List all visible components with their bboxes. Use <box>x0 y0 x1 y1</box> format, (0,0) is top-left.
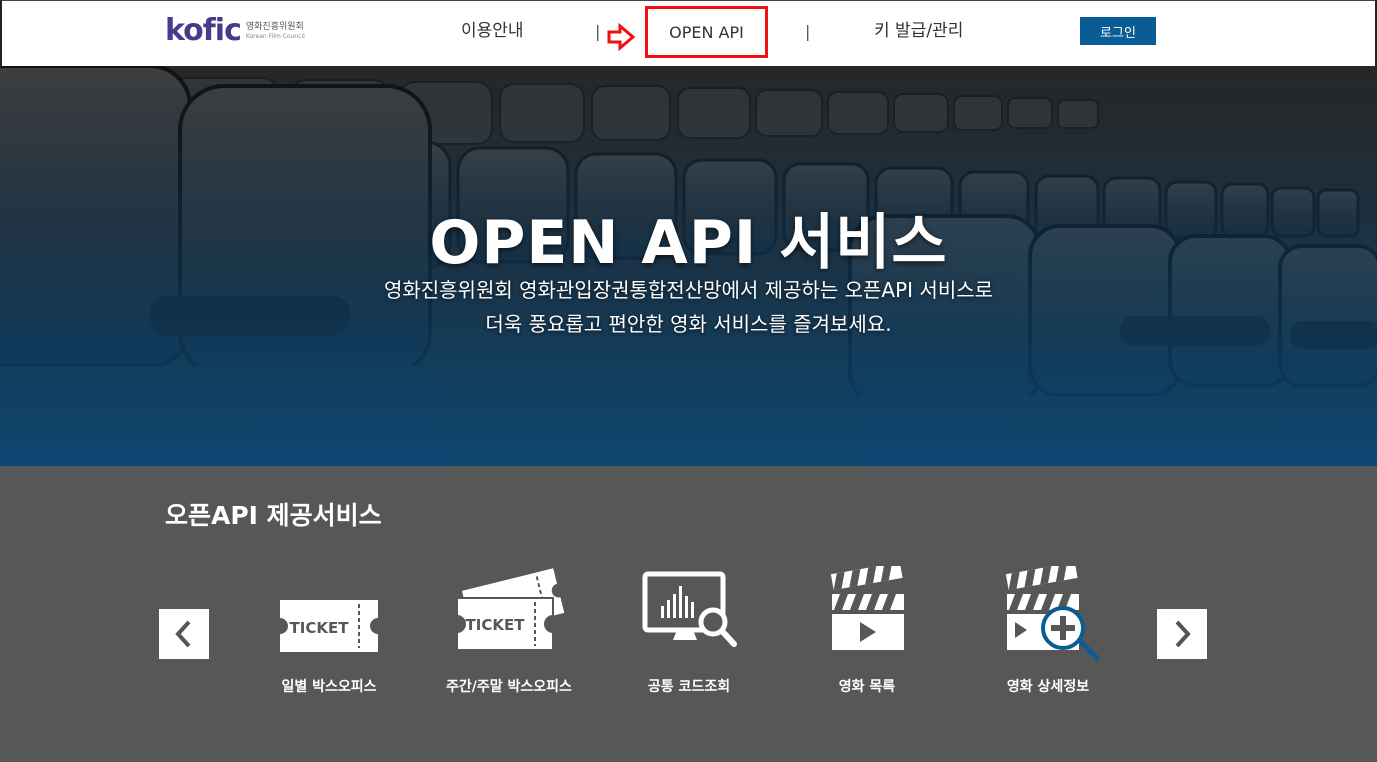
nav-open-api[interactable]: OPEN API <box>645 6 768 58</box>
ticket-text: TICKET <box>466 616 526 634</box>
nav-key-management[interactable]: 키 발급/관리 <box>874 19 963 43</box>
tickets-icon: TICKET <box>456 568 565 651</box>
service-label: 영화 상세정보 <box>1006 679 1090 695</box>
carousel-prev-button[interactable] <box>159 609 209 659</box>
service-common-code[interactable]: 공통 코드조회 <box>604 566 774 695</box>
nav-usage-guide[interactable]: 이용안내 <box>461 19 524 43</box>
top-header: kofic 영화진흥위원회 Korean Film Council 이용안내 |… <box>0 0 1377 66</box>
clapperboard-zoom-icon <box>1005 566 1100 661</box>
nav-separator: | <box>595 22 601 41</box>
service-label: 영화 목록 <box>838 679 896 695</box>
hero-subtitle-line2: 더욱 풍요롭고 편안한 영화 서비스를 즐겨보세요. <box>485 312 892 336</box>
hero-title: OPEN API 서비스 <box>429 208 948 278</box>
hero-banner: OPEN API 서비스 영화진흥위원회 영화관입장권통합전산망에서 제공하는 … <box>0 66 1377 466</box>
service-label: 공통 코드조회 <box>647 679 731 695</box>
service-daily-box-office[interactable]: TICKET 일별 박스오피스 <box>244 566 414 695</box>
ticket-text: TICKET <box>290 619 350 637</box>
kofic-logo[interactable]: kofic 영화진흥위원회 Korean Film Council <box>165 15 305 47</box>
chevron-right-icon <box>1175 620 1191 648</box>
section-title: 오픈API 제공서비스 <box>165 501 382 530</box>
clapperboard-icon <box>830 566 904 650</box>
monitor-search-icon <box>642 571 737 647</box>
service-label: 일별 박스오피스 <box>281 679 377 695</box>
service-movie-list[interactable]: 영화 목록 <box>782 566 952 695</box>
service-movie-detail[interactable]: 영화 상세정보 <box>963 566 1133 695</box>
nav-separator: | <box>805 22 811 41</box>
carousel-next-button[interactable] <box>1157 609 1207 659</box>
logo-english-name: Korean Film Council <box>245 32 305 40</box>
logo-korean-name: 영화진흥위원회 <box>245 21 304 32</box>
service-weekly-box-office[interactable]: TICKET 주간/주말 박스오피스 <box>424 566 594 695</box>
hero-subtitle-line1: 영화진흥위원회 영화관입장권통합전산망에서 제공하는 오픈API 서비스로 <box>383 278 994 302</box>
services-section: 오픈API 제공서비스 TICKET 일별 박스오피스 TICKET 주간/주말… <box>0 466 1377 762</box>
right-arrow-icon <box>607 23 636 51</box>
chevron-left-icon <box>175 620 191 648</box>
service-label: 주간/주말 박스오피스 <box>446 679 572 695</box>
nav-open-api-label: OPEN API <box>669 22 744 42</box>
ticket-icon: TICKET <box>280 600 378 652</box>
login-button[interactable]: 로그인 <box>1080 17 1156 45</box>
logo-wordmark: kofic <box>165 13 242 48</box>
